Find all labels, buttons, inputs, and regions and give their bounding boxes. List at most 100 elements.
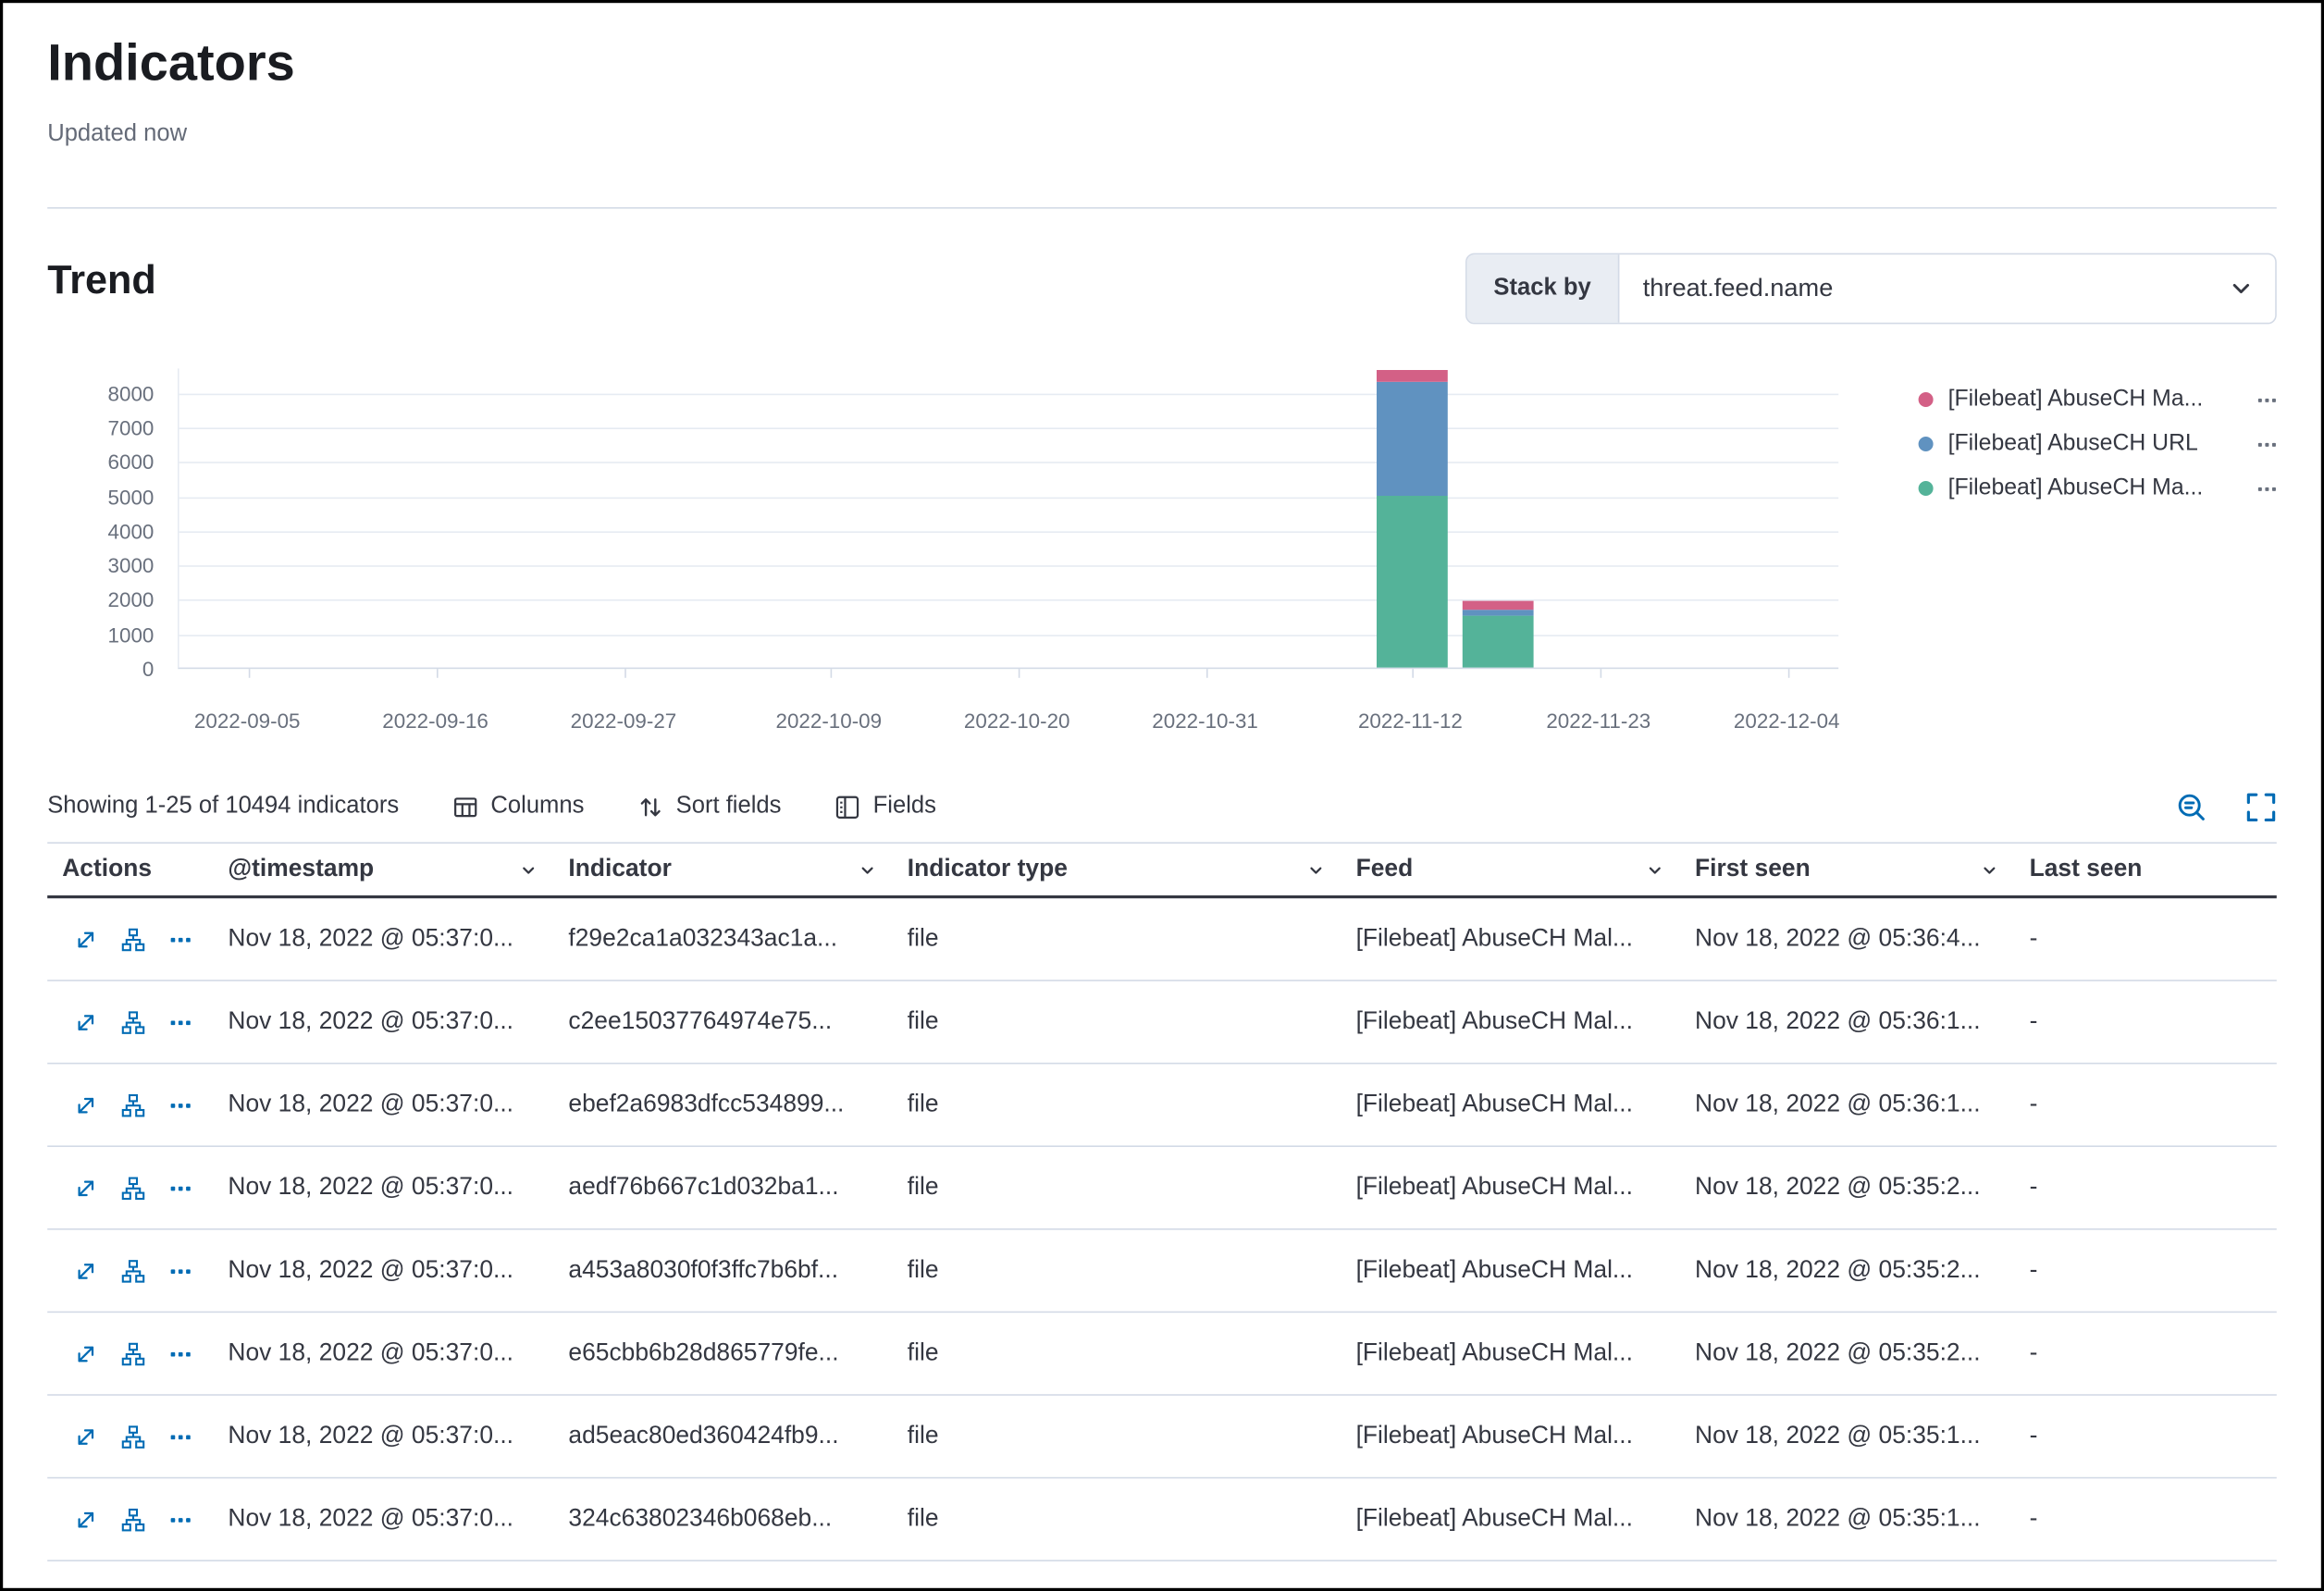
chart-y-axis: 010002000300040005000600070008000	[47, 368, 160, 679]
table-row: Nov 18, 2022 @ 05:37:0... a453a8030f0f3f…	[47, 1230, 2277, 1314]
more-actions-icon	[168, 1341, 192, 1365]
legend-label: [Filebeat] AbuseCH URL	[1948, 431, 2198, 458]
inspect-button[interactable]	[2176, 791, 2207, 822]
y-tick-label: 8000	[50, 380, 154, 407]
table-header-cell[interactable]: Last seen	[2015, 856, 2277, 883]
open-details-button[interactable]	[74, 1093, 98, 1117]
more-actions-button[interactable]	[168, 1341, 192, 1365]
indicator-cell: f29e2ca1a032343ac1a...	[553, 925, 892, 953]
timestamp-cell: Nov 18, 2022 @ 05:37:0...	[213, 1008, 553, 1036]
y-tick-label: 3000	[50, 552, 154, 579]
gridline	[179, 566, 1839, 568]
fullscreen-button[interactable]	[2245, 791, 2277, 822]
table-header-cell[interactable]: Feed	[1341, 856, 1680, 883]
investigate-timeline-button[interactable]	[121, 1341, 145, 1365]
indicator-type-cell: file	[893, 1174, 1341, 1202]
y-tick-label: 7000	[50, 414, 154, 441]
legend-color-dot	[1919, 437, 1934, 451]
investigate-timeline-button[interactable]	[121, 1424, 145, 1449]
header-divider	[47, 207, 2277, 209]
columns-button[interactable]: Columns	[452, 794, 585, 820]
investigate-timeline-button[interactable]	[121, 1508, 145, 1532]
x-tick-label: 2022-11-12	[1321, 709, 1499, 733]
table-row: Nov 18, 2022 @ 05:37:0... e65cbb6b28d865…	[47, 1313, 2277, 1396]
stack-by-select[interactable]: Stack by threat.feed.name	[1465, 253, 2277, 325]
legend-more-icon[interactable]	[2243, 390, 2277, 410]
table-header-cell[interactable]: @timestamp	[213, 856, 553, 883]
open-details-button[interactable]	[74, 1176, 98, 1200]
table-header-cell[interactable]: First seen	[1680, 856, 2015, 883]
investigate-timeline-button[interactable]	[121, 1176, 145, 1200]
sort-fields-icon	[637, 794, 662, 819]
table-header-cell[interactable]: Indicator type	[893, 856, 1341, 883]
investigate-timeline-icon	[121, 1010, 145, 1034]
chevron-down-icon	[2228, 276, 2255, 302]
legend-more-icon[interactable]	[2243, 479, 2277, 499]
last-seen-cell: -	[2015, 1174, 2277, 1202]
more-actions-icon	[168, 1010, 192, 1034]
last-seen-cell: -	[2015, 1505, 2277, 1533]
x-tick-label: 2022-12-04	[1698, 709, 1875, 733]
legend-item[interactable]: [Filebeat] AbuseCH URL	[1919, 422, 2277, 466]
chevron-down-icon[interactable]	[1305, 859, 1326, 880]
bar-segment[interactable]	[1462, 616, 1533, 668]
bar-segment[interactable]	[1377, 496, 1448, 668]
fields-button[interactable]: Fields	[834, 794, 936, 820]
open-details-button[interactable]	[74, 1010, 98, 1034]
legend-label: [Filebeat] AbuseCH Ma...	[1948, 387, 2204, 413]
investigate-timeline-button[interactable]	[121, 1259, 145, 1283]
open-details-button[interactable]	[74, 1259, 98, 1283]
more-actions-button[interactable]	[168, 1259, 192, 1283]
more-actions-button[interactable]	[168, 1176, 192, 1200]
legend-item[interactable]: [Filebeat] AbuseCH Ma...	[1919, 377, 2277, 422]
more-actions-button[interactable]	[168, 1010, 192, 1034]
first-seen-cell: Nov 18, 2022 @ 05:36:1...	[1680, 1008, 2015, 1036]
feed-cell: [Filebeat] AbuseCH Mal...	[1341, 1008, 1680, 1036]
more-actions-button[interactable]	[168, 1424, 192, 1449]
more-actions-button[interactable]	[168, 927, 192, 951]
legend-item[interactable]: [Filebeat] AbuseCH Ma...	[1919, 466, 2277, 511]
y-tick-label: 1000	[50, 622, 154, 648]
bar-segment[interactable]	[1377, 382, 1448, 496]
open-details-button[interactable]	[74, 1341, 98, 1365]
open-details-button[interactable]	[74, 1424, 98, 1449]
bar-segment[interactable]	[1377, 370, 1448, 382]
table-body: Nov 18, 2022 @ 05:37:0... f29e2ca1a03234…	[47, 898, 2277, 1561]
more-actions-button[interactable]	[168, 1093, 192, 1117]
feed-cell: [Filebeat] AbuseCH Mal...	[1341, 1091, 1680, 1118]
legend-more-icon[interactable]	[2243, 435, 2277, 454]
fields-button-label: Fields	[873, 794, 936, 820]
first-seen-cell: Nov 18, 2022 @ 05:35:2...	[1680, 1339, 2015, 1367]
chevron-down-icon[interactable]	[1645, 859, 1665, 880]
indicator-cell: 324c63802346b068eb...	[553, 1505, 892, 1533]
investigate-timeline-button[interactable]	[121, 1010, 145, 1034]
column-label: First seen	[1695, 856, 1811, 883]
grid-toolbar-right	[2176, 791, 2277, 822]
table-header-cell[interactable]: Indicator	[553, 856, 892, 883]
indicator-cell: e65cbb6b28d865779fe...	[553, 1339, 892, 1367]
column-label: @timestamp	[228, 856, 374, 883]
chevron-down-icon[interactable]	[518, 859, 538, 880]
row-actions-cell	[47, 927, 213, 951]
last-seen-cell: -	[2015, 1339, 2277, 1367]
investigate-timeline-button[interactable]	[121, 927, 145, 951]
indicator-type-cell: file	[893, 925, 1341, 953]
chevron-down-icon[interactable]	[1979, 859, 1999, 880]
last-seen-cell: -	[2015, 1256, 2277, 1284]
investigate-timeline-icon	[121, 927, 145, 951]
inspect-icon	[2176, 791, 2207, 822]
table-header-cell[interactable]: Actions	[47, 856, 213, 883]
trend-heading: Trend	[47, 253, 156, 307]
sort-fields-button[interactable]: Sort fields	[637, 794, 781, 820]
chevron-down-icon[interactable]	[857, 859, 877, 880]
fullscreen-icon	[2245, 791, 2277, 822]
more-actions-button[interactable]	[168, 1508, 192, 1532]
bar-segment[interactable]	[1462, 610, 1533, 616]
timestamp-cell: Nov 18, 2022 @ 05:37:0...	[213, 1256, 553, 1284]
x-tick-label: 2022-10-09	[740, 709, 918, 733]
row-actions-cell	[47, 1424, 213, 1449]
open-details-button[interactable]	[74, 1508, 98, 1532]
open-details-button[interactable]	[74, 927, 98, 951]
bar-segment[interactable]	[1462, 601, 1533, 610]
investigate-timeline-button[interactable]	[121, 1093, 145, 1117]
